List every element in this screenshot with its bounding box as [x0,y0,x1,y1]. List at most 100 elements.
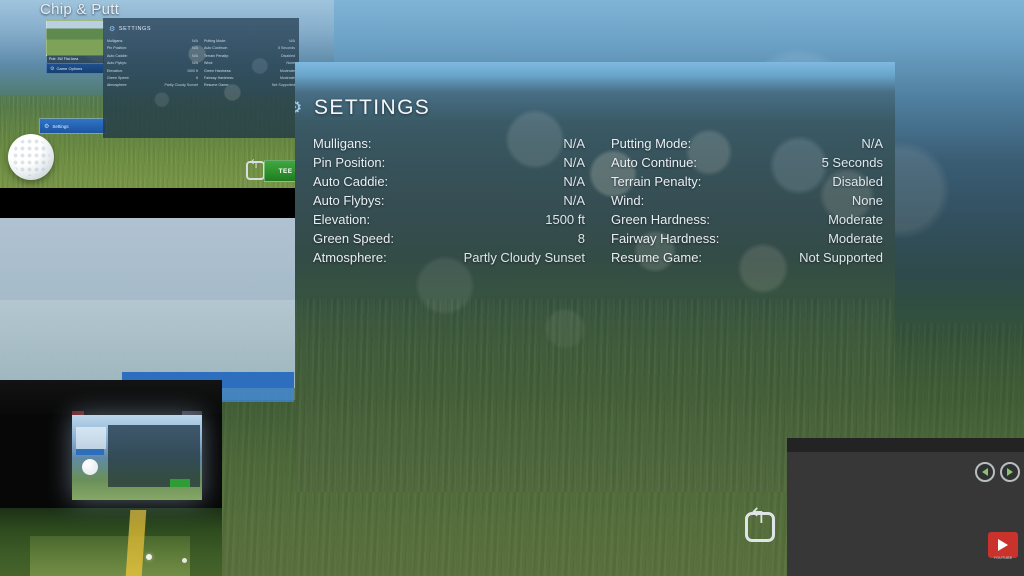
setting-row-wind[interactable]: Wind: None [611,191,883,210]
screen-root: Chip & Putt Putt: 3W Flat Area ⚙ Game Op… [0,0,1024,576]
setting-value: 5 Seconds [821,155,883,170]
gear-icon-mini: ⚙ [109,26,116,33]
mini-setting-label: Atmosphere: [107,83,128,88]
settings-right-column: Putting Mode: N/A Auto Continue: 5 Secon… [611,134,883,267]
setting-row-resume-game[interactable]: Resume Game: Not Supported [611,248,883,267]
mini-setting-row: Mulligans: N/A [107,38,198,45]
next-button[interactable] [1000,462,1020,482]
reset-arrow-icon-main[interactable] [745,506,775,542]
mini-panel-left-column: Mulligans: N/A Pin Position: N/A Auto Cadd… [107,38,198,90]
chip-and-putt-window: Chip & Putt Putt: 3W Flat Area ⚙ Game Op… [0,0,334,218]
mini-setting-row: Terrain Penalty: Disabled [204,53,295,60]
mini-setting-label: Fairway Hardness: [204,76,234,81]
mini-setting-value: 8 [196,76,198,81]
setting-row-putting-mode[interactable]: Putting Mode: N/A [611,134,883,153]
settings-panel-background [295,62,895,492]
mini-setting-value: 5 Seconds [278,46,295,51]
chevron-left-icon [982,468,988,476]
setting-label: Auto Continue: [611,155,698,170]
mini-setting-value: 1500 ft [187,68,198,73]
mini-setting-value: None [286,61,295,66]
setting-label: Auto Flybys: [313,193,385,208]
setting-label: Green Hardness: [611,212,710,227]
setting-row-fairway-hardness[interactable]: Fairway Hardness: Moderate [611,229,883,248]
setting-row-green-speed[interactable]: Green Speed: 8 [313,229,585,248]
setting-label: Wind: [611,193,645,208]
mini-setting-label: Green Hardness: [204,68,232,73]
mini-setting-label: Putting Mode: [204,39,227,43]
chip-putt-title: Chip & Putt [40,1,120,18]
setting-row-auto-flybys[interactable]: Auto Flybys: N/A [313,191,585,210]
mini-setting-row: Elevation: 1500 ft [107,68,198,75]
setting-label: Elevation: [313,212,371,227]
previous-button[interactable] [975,462,995,482]
mini-setting-label: Elevation: [107,68,123,73]
setting-row-terrain-penalty[interactable]: Terrain Penalty: Disabled [611,172,883,191]
settings-left-column: Mulligans: N/A Pin Position: N/A Auto Ca… [313,134,585,267]
play-badge-caption: YOUTUBE [993,556,1013,560]
mini-setting-row: Putting Mode: N/A [204,38,295,45]
settings-columns: Mulligans: N/A Pin Position: N/A Auto Ca… [313,134,883,267]
mini-setting-label: Green Speed: [107,76,130,81]
mini-setting-row: Auto Flybys: N/A [107,60,198,67]
mini-setting-row: Resume Game: Not Supported [204,82,295,89]
mini-setting-label: Auto Caddie: [107,53,128,58]
mini-setting-label: Resume Game: [204,83,230,88]
room-projector-screen [72,415,202,500]
setting-label: Green Speed: [313,231,394,246]
play-badge-button[interactable] [988,532,1018,558]
setting-row-elevation[interactable]: Elevation: 1500 ft [313,210,585,229]
mini-setting-value: N/A [192,61,198,66]
mini-panel-right-column: Putting Mode: N/A Auto Continue: 5 Seconds… [204,38,295,90]
mini-setting-row: Atmosphere: Partly Cloudy Sunset [107,82,198,89]
gear-icon: ⚙ [44,123,50,130]
menu-item-settings[interactable]: ⚙ Settings [40,119,106,133]
mini-panel-header: ⚙ SETTINGS [109,25,151,33]
bottom-right-panel-header [787,438,1024,452]
setting-value: N/A [563,174,585,189]
chip-putt-letterbox-band [0,188,334,218]
room-golf-ball [146,554,152,560]
sliders-icon: ⚙ [50,65,55,72]
mini-setting-row: Green Speed: 8 [107,75,198,82]
mini-setting-label: Terrain Penalty: [204,53,229,58]
setting-value: Partly Cloudy Sunset [463,250,585,265]
setting-value: Moderate [828,231,883,246]
setting-value: 1500 ft [545,212,585,227]
course-thumbnail [46,20,104,56]
room-screen-tee-off-button [170,479,190,487]
setting-row-auto-continue[interactable]: Auto Continue: 5 Seconds [611,153,883,172]
reset-arrow-icon-mini[interactable] [246,158,265,180]
setting-row-auto-caddie[interactable]: Auto Caddie: N/A [313,172,585,191]
setting-label: Resume Game: [611,250,703,265]
menu-item-game-options[interactable]: ⚙ Game Options [46,63,104,74]
menu-item-game-options-label: Game Options [56,66,83,71]
mini-panel-columns: Mulligans: N/A Pin Position: N/A Auto Cadd… [107,38,295,90]
setting-row-green-hardness[interactable]: Green Hardness: Moderate [611,210,883,229]
mini-setting-value: N/A [192,53,198,58]
room-screen-golf-ball [82,459,98,475]
mini-setting-value: N/A [192,46,198,51]
mini-setting-label: Pin Position: [107,46,127,51]
setting-label: Terrain Penalty: [611,174,702,189]
mini-setting-value: Disabled [281,53,295,58]
mini-setting-label: Auto Flybys: [107,61,127,66]
setting-row-pin-position[interactable]: Pin Position: N/A [313,153,585,172]
setting-row-mulligans[interactable]: Mulligans: N/A [313,134,585,153]
mini-setting-label: Mulligans: [107,39,124,43]
settings-title: SETTINGS [314,96,431,119]
setting-value: 8 [577,231,585,246]
setting-value: N/A [563,136,585,151]
room-ceiling [0,380,222,414]
room-golf-ball-secondary [182,558,187,563]
setting-value: Not Supported [799,250,883,265]
menu-item-settings-label: Settings [52,123,69,129]
mini-setting-row: Auto Continue: 5 Seconds [204,45,295,52]
mini-setting-row: Auto Caddie: N/A [107,53,198,60]
setting-row-atmosphere[interactable]: Atmosphere: Partly Cloudy Sunset [313,248,585,267]
mini-setting-label: Auto Continue: [204,46,228,51]
mini-setting-row: Pin Position: N/A [107,45,198,52]
setting-label: Atmosphere: [313,250,387,265]
setting-value: N/A [563,155,585,170]
mini-setting-value: N/A [192,39,198,43]
